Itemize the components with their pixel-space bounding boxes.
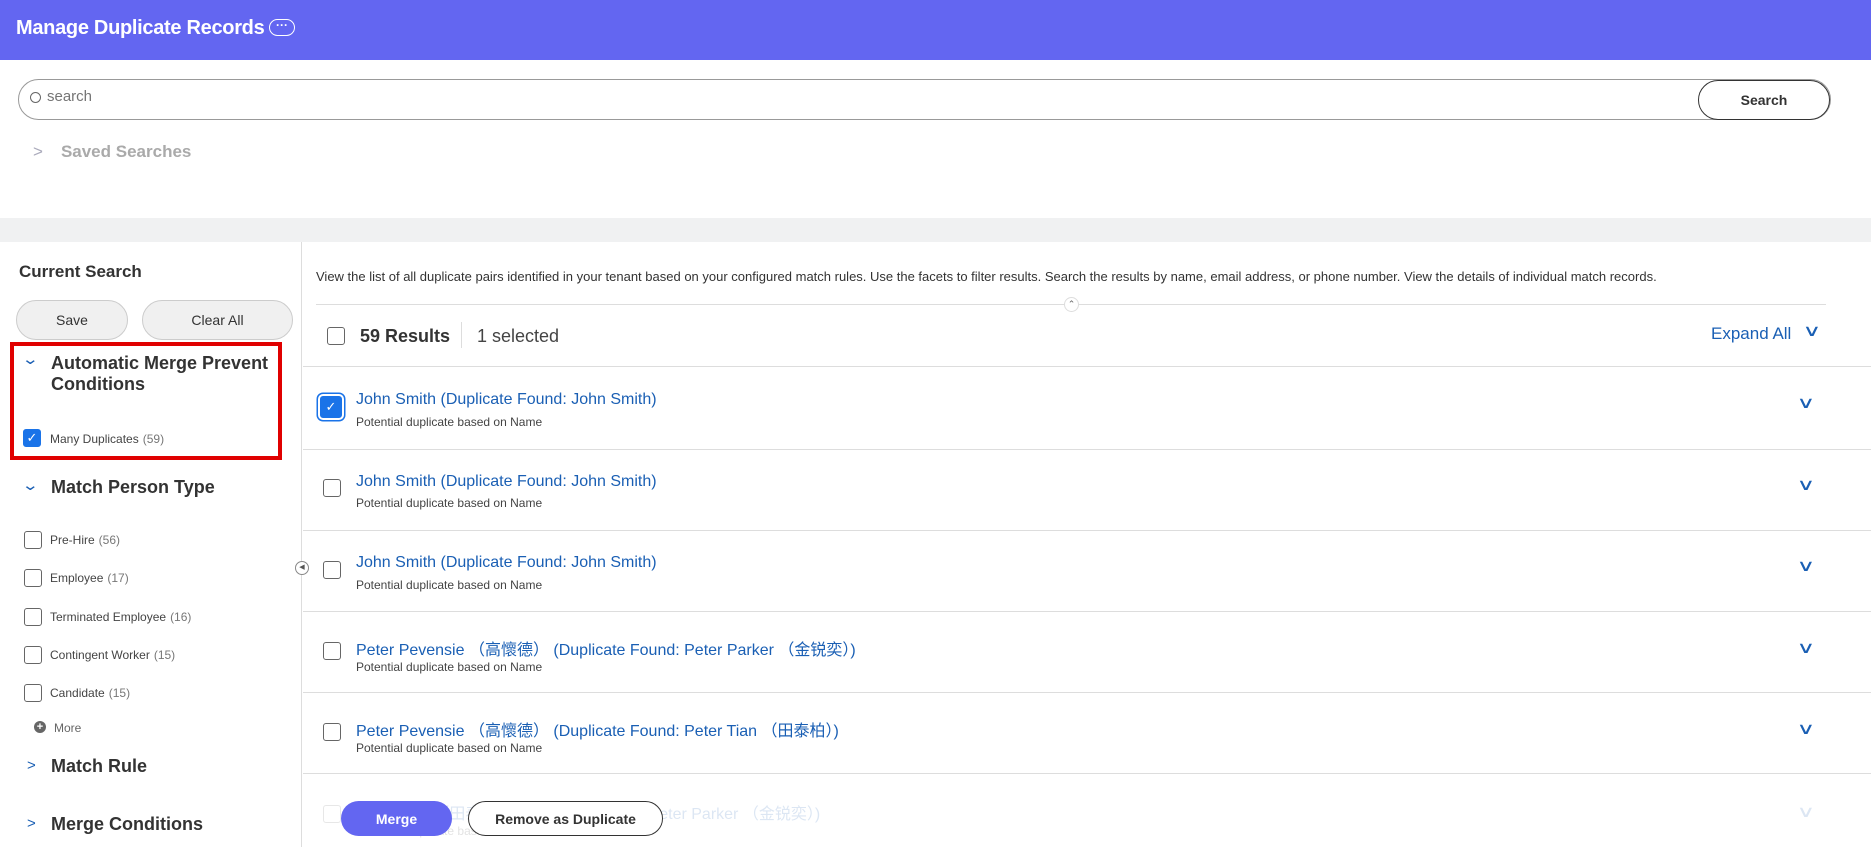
saved-searches-toggle[interactable]: > Saved Searches	[33, 142, 191, 162]
row-checkbox[interactable]: ✓	[320, 396, 342, 418]
chevron-down-icon[interactable]: ⌄	[21, 476, 39, 494]
facet-count: (15)	[153, 648, 176, 662]
row-checkbox[interactable]	[323, 642, 341, 660]
results-count: 59 Results	[360, 326, 451, 346]
chevron-down-icon[interactable]: ∨	[1796, 802, 1815, 822]
facet-item-terminated-employee[interactable]: Terminated Employee (16)	[50, 610, 191, 624]
chevron-down-icon[interactable]: ∨	[1796, 393, 1815, 413]
divider	[461, 322, 462, 348]
save-search-button[interactable]: Save	[16, 300, 128, 340]
facet-item-pre-hire[interactable]: Pre-Hire (56)	[50, 533, 120, 547]
selected-count: 1 selected	[477, 326, 560, 346]
facet-label: Many Duplicates	[50, 432, 139, 446]
results-header	[303, 242, 1871, 367]
chevron-down-icon[interactable]: ∨	[1796, 719, 1815, 739]
facet-heading-merge-conditions[interactable]: Merge Conditions	[51, 814, 203, 835]
row-subtitle: Potential duplicate based on Name	[356, 660, 543, 674]
facet-label: Terminated Employee	[50, 610, 167, 624]
row-subtitle: Potential duplicate based on Name	[356, 496, 543, 510]
facet-item-contingent-worker[interactable]: Contingent Worker (15)	[50, 648, 175, 662]
row-checkbox[interactable]	[323, 479, 341, 497]
clear-all-button[interactable]: Clear All	[142, 300, 293, 340]
row-subtitle: Potential duplicate based on Name	[356, 415, 543, 429]
facet-count: (56)	[98, 533, 121, 547]
row-checkbox[interactable]	[323, 723, 341, 741]
search-input[interactable]	[47, 88, 1647, 105]
checkbox-many-duplicates[interactable]: ✓	[23, 429, 41, 447]
row-title-link[interactable]: Peter Pevensie （高懷德） (Duplicate Found: P…	[356, 717, 839, 741]
facet-label: Contingent Worker	[50, 648, 150, 662]
checkbox-pre-hire[interactable]	[24, 531, 42, 549]
current-search-heading: Current Search	[19, 262, 142, 281]
plus-circle-icon[interactable]: +	[34, 721, 46, 733]
search-button[interactable]: Search	[1698, 80, 1830, 120]
chevron-right-icon[interactable]: >	[27, 815, 36, 832]
row-checkbox[interactable]	[323, 561, 341, 579]
chevron-down-icon[interactable]: ∨	[1796, 556, 1815, 576]
checkbox-contingent-worker[interactable]	[24, 646, 42, 664]
remove-as-duplicate-button[interactable]: Remove as Duplicate	[468, 801, 663, 836]
facet-heading-match-rule[interactable]: Match Rule	[51, 756, 147, 777]
checkbox-terminated-employee[interactable]	[24, 608, 42, 626]
row-subtitle: Potential duplicate based on Name	[356, 741, 543, 755]
facet-heading-match-person-type[interactable]: Match Person Type	[51, 477, 215, 498]
row-subtitle: Potential duplicate based on Name	[356, 578, 543, 592]
facet-label: Employee	[50, 571, 104, 585]
facet-count: (59)	[142, 432, 165, 446]
saved-searches-label: Saved Searches	[60, 142, 192, 161]
chevron-down-icon[interactable]: ⌄	[21, 350, 39, 368]
facet-heading-auto-merge[interactable]: Automatic Merge Prevent Conditions	[51, 353, 271, 395]
row-checkbox[interactable]	[323, 805, 341, 823]
facet-label: Pre-Hire	[50, 533, 95, 547]
more-facets-link[interactable]: More	[54, 721, 81, 735]
select-all-checkbox[interactable]	[327, 327, 345, 345]
chevron-down-icon[interactable]: ∨	[1796, 475, 1815, 495]
expand-all-link[interactable]: Expand All	[1711, 324, 1791, 344]
facet-count: (15)	[108, 686, 131, 700]
ellipsis-icon[interactable]: ···	[269, 19, 295, 36]
search-icon	[30, 92, 41, 103]
checkbox-employee[interactable]	[24, 569, 42, 587]
chevron-right-icon[interactable]: >	[27, 757, 36, 774]
facet-item-employee[interactable]: Employee (17)	[50, 571, 129, 585]
chevron-down-icon[interactable]: ∨	[1796, 638, 1815, 658]
merge-button[interactable]: Merge	[341, 801, 452, 836]
row-title-link[interactable]: John Smith (Duplicate Found: John Smith)	[356, 473, 657, 491]
row-title-link[interactable]: John Smith (Duplicate Found: John Smith)	[356, 554, 657, 572]
row-title-link[interactable]: Peter Pevensie （高懷德） (Duplicate Found: P…	[356, 636, 856, 660]
chevron-right-icon: >	[33, 142, 43, 161]
page-title: Manage Duplicate Records	[16, 17, 265, 39]
row-title-link[interactable]: John Smith (Duplicate Found: John Smith)	[356, 391, 657, 409]
facet-item-candidate[interactable]: Candidate (15)	[50, 686, 130, 700]
checkbox-candidate[interactable]	[24, 684, 42, 702]
facet-count: (17)	[107, 571, 129, 585]
divider-band	[0, 218, 1871, 242]
facet-item-many-duplicates[interactable]: Many Duplicates (59)	[50, 432, 164, 446]
chevron-down-icon[interactable]: ∨	[1802, 321, 1821, 341]
facet-count: (16)	[170, 610, 192, 624]
facet-label: Candidate	[50, 686, 105, 700]
